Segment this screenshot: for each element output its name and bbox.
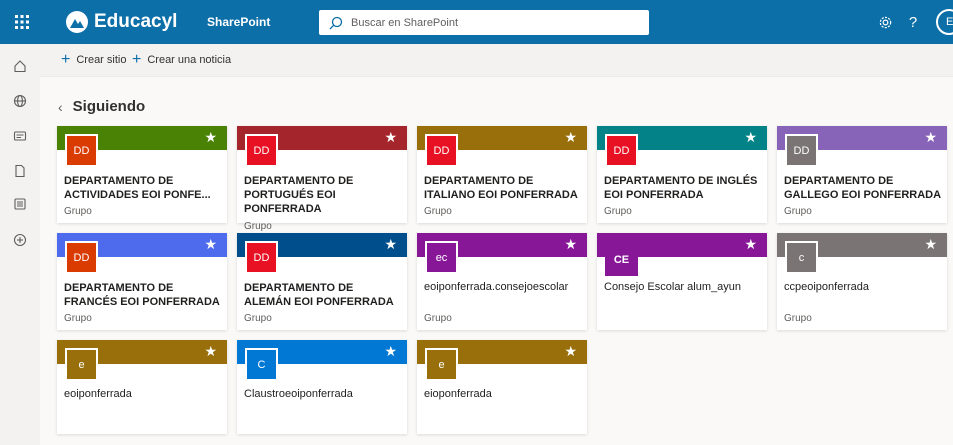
follow-star-icon[interactable]: ★ [924,129,937,145]
site-card-type: Grupo [604,206,632,217]
app-name-link[interactable]: SharePoint [207,15,270,29]
site-card-type: Grupo [64,206,92,217]
site-card-type: Grupo [244,221,272,232]
site-card[interactable]: ★ DD DEPARTAMENTO DE INGLÉS EOI PONFERRADA… [597,126,767,223]
search-icon [329,16,343,29]
chevron-left-icon[interactable]: ‹ [58,99,63,115]
create-news-button[interactable]: + Crear una noticia [132,51,232,68]
site-logo: ec [425,241,458,274]
brand-name: Educacyl [94,11,178,32]
site-card[interactable]: ★ CE Consejo Escolar alum_ayun [597,233,767,330]
brand-logo-icon [66,11,88,33]
suite-header: Educacyl SharePoint ? E [0,0,953,44]
follow-star-icon[interactable]: ★ [744,236,757,252]
site-card[interactable]: ★ ec eoiponferrada.consejoescolar Grupo [417,233,587,330]
site-card[interactable]: ★ c ccpeoiponferrada Grupo [777,233,947,330]
follow-star-icon[interactable]: ★ [384,236,397,252]
site-logo: C [245,348,278,381]
site-card-title[interactable]: ccpeoiponferrada [784,280,942,294]
document-icon[interactable] [10,161,30,181]
site-card-type: Grupo [424,313,452,324]
app-launcher-icon[interactable] [0,0,44,44]
site-card-title[interactable]: DEPARTAMENTO DE INGLÉS EOI PONFERRADA [604,174,762,202]
follow-star-icon[interactable]: ★ [384,129,397,145]
site-logo: DD [245,241,278,274]
follow-star-icon[interactable]: ★ [204,129,217,145]
site-logo: e [65,348,98,381]
plus-icon: + [132,51,142,68]
follow-star-icon[interactable]: ★ [384,343,397,359]
site-card-type: Grupo [784,206,812,217]
site-card-title[interactable]: eioponferrada [424,387,582,401]
site-card-title[interactable]: Claustroeoiponferrada [244,387,402,401]
site-card-title[interactable]: DEPARTAMENTO DE ALEMÁN EOI PONFERRADA [244,281,402,309]
site-card-title[interactable]: DEPARTAMENTO DE ACTIVIDADES EOI PONFE... [64,174,222,202]
follow-star-icon[interactable]: ★ [564,129,577,145]
site-card[interactable]: ★ DD DEPARTAMENTO DE ACTIVIDADES EOI PONFE… [57,126,227,223]
site-card-title[interactable]: eoiponferrada [64,387,222,401]
site-logo: e [425,348,458,381]
site-card[interactable]: ★ DD DEPARTAMENTO DE PORTUGUÉS EOI PONFERR… [237,126,407,232]
site-card-type: Grupo [784,313,812,324]
follow-star-icon[interactable]: ★ [924,236,937,252]
plus-icon: + [61,51,71,68]
globe-icon[interactable] [10,91,30,111]
follow-star-icon[interactable]: ★ [564,236,577,252]
site-logo: DD [65,241,98,274]
search-input[interactable] [351,16,631,29]
site-card-title[interactable]: eoiponferrada.consejoescolar [424,280,582,294]
follow-star-icon[interactable]: ★ [204,236,217,252]
follow-star-icon[interactable]: ★ [744,129,757,145]
page-heading: ‹ Siguiendo [58,98,145,115]
create-site-button[interactable]: + Crear sitio [61,51,127,68]
settings-gear-icon[interactable] [875,12,895,32]
site-card[interactable]: ★ DD DEPARTAMENTO DE ITALIANO EOI PONFERRA… [417,126,587,223]
left-nav-rail [0,44,40,445]
follow-star-icon[interactable]: ★ [204,343,217,359]
lists-icon[interactable] [10,194,30,214]
site-card-title[interactable]: Consejo Escolar alum_ayun [604,280,762,294]
site-card[interactable]: ★ DD DEPARTAMENTO DE GALLEGO EOI PONFERRAD… [777,126,947,223]
site-logo: DD [605,134,638,167]
site-card-type: Grupo [424,206,452,217]
news-icon[interactable] [10,126,30,146]
search-box[interactable] [319,10,649,35]
site-logo: CE [605,243,638,276]
site-card-title[interactable]: DEPARTAMENTO DE FRANCÉS EOI PONFERRADA [64,281,222,309]
site-logo: DD [65,134,98,167]
site-card-title[interactable]: DEPARTAMENTO DE ITALIANO EOI PONFERRADA [424,174,582,202]
command-bar: + Crear sitio + Crear una noticia [40,44,953,77]
create-site-label: Crear sitio [76,54,127,66]
create-icon[interactable] [10,230,30,250]
follow-star-icon[interactable]: ★ [564,343,577,359]
site-card[interactable]: ★ e eoiponferrada [57,340,227,434]
create-news-label: Crear una noticia [147,54,232,66]
site-card-type: Grupo [244,313,272,324]
page-title: Siguiendo [72,98,146,115]
site-logo: DD [425,134,458,167]
site-card-title[interactable]: DEPARTAMENTO DE GALLEGO EOI PONFERRADA [784,174,942,202]
home-icon[interactable] [10,56,30,76]
user-avatar[interactable]: E [936,9,953,35]
site-logo: c [785,241,818,274]
site-logo: DD [245,134,278,167]
site-card-title[interactable]: DEPARTAMENTO DE PORTUGUÉS EOI PONFERRADA [244,174,402,216]
site-card[interactable]: ★ e eioponferrada [417,340,587,434]
site-logo: DD [785,134,818,167]
brand-link[interactable]: Educacyl [66,11,177,33]
help-icon[interactable]: ? [903,12,923,32]
site-card[interactable]: ★ DD DEPARTAMENTO DE FRANCÉS EOI PONFERRAD… [57,233,227,330]
site-card[interactable]: ★ C Claustroeoiponferrada [237,340,407,434]
site-card[interactable]: ★ DD DEPARTAMENTO DE ALEMÁN EOI PONFERRADA… [237,233,407,330]
site-card-type: Grupo [64,313,92,324]
